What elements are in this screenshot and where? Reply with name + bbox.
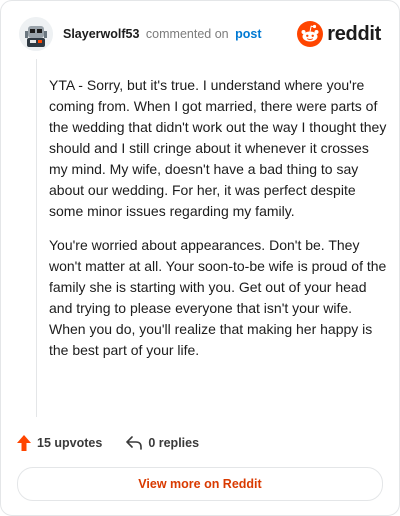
avatar[interactable] (19, 17, 53, 51)
upvotes-stat[interactable]: 15 upvotes (17, 435, 102, 451)
comment-embed-card: Slayerwolf53 commented on post reddit YT… (0, 0, 400, 516)
username-link[interactable]: Slayerwolf53 (63, 27, 139, 41)
action-text: commented on (145, 27, 229, 41)
thread-line[interactable] (36, 59, 37, 417)
snoo-avatar-icon (19, 17, 53, 51)
comment-footer: 15 upvotes 0 replies (17, 431, 223, 455)
view-more-button[interactable]: View more on Reddit (17, 467, 383, 501)
replies-stat[interactable]: 0 replies (126, 436, 199, 450)
reddit-logo-icon (297, 21, 324, 47)
comment-meta: Slayerwolf53 commented on post (63, 27, 261, 41)
upvotes-count: 15 upvotes (37, 436, 103, 450)
comment-header: Slayerwolf53 commented on post reddit (19, 17, 383, 51)
post-link[interactable]: post (235, 27, 261, 41)
replies-count: 0 replies (148, 436, 200, 450)
reddit-logo[interactable]: reddit (297, 20, 381, 48)
upvote-arrow-icon (17, 435, 31, 451)
comment-body: YTA - Sorry, but it's true. I understand… (49, 75, 389, 374)
view-more-label: View more on Reddit (138, 477, 262, 491)
comment-paragraph: YTA - Sorry, but it's true. I understand… (49, 77, 387, 219)
reply-arrow-icon (126, 436, 143, 450)
reddit-wordmark: reddit (327, 22, 381, 45)
comment-paragraph: You're worried about appearances. Don't … (49, 237, 387, 358)
